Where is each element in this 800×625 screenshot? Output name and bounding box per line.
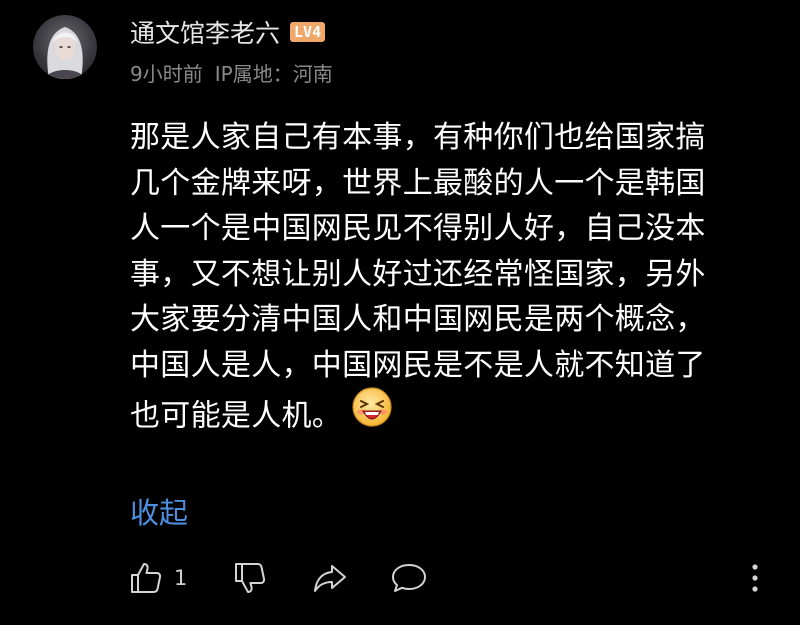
action-bar: 1: [0, 555, 800, 601]
comment-line: 几个金牌来呀，世界上最酸的人一个是韩国: [130, 165, 706, 201]
comment-meta: 9小时前 IP属地：河南: [130, 58, 333, 87]
username[interactable]: 通文馆李老六: [130, 14, 280, 50]
more-vertical-icon: [745, 560, 765, 596]
level-badge: LV4: [290, 22, 326, 42]
reply-button[interactable]: [390, 555, 428, 601]
more-button[interactable]: [745, 555, 765, 601]
comment-line: 那是人家自己有本事，有种你们也给国家搞: [130, 120, 706, 155]
comment-body: 那是人家自己有本事，有种你们也给国家搞 几个金牌来呀，世界上最酸的人一个是韩国 …: [130, 115, 770, 446]
ip-location: IP属地：河南: [214, 62, 333, 86]
like-button[interactable]: 1: [128, 555, 187, 601]
comment-line: 事，又不想让别人好过还经常怪国家，另外: [130, 256, 706, 292]
comment-line: 中国人是人，中国网民是不是人就不知道了: [130, 347, 706, 383]
grin-emoji-icon: [350, 385, 394, 443]
thumbs-up-icon: [128, 560, 164, 596]
comment-line-last: 也可能是人机。: [130, 385, 770, 446]
collapse-link[interactable]: 收起: [130, 490, 188, 532]
comment-line: 大家要分清中国人和中国网民是两个概念，: [130, 302, 706, 337]
comment-line-text: 也可能是人机。: [130, 398, 343, 434]
thumbs-down-icon: [232, 560, 268, 596]
comment-line: 人一个是中国网民见不得别人好，自己没本: [130, 211, 706, 246]
comment-icon: [390, 560, 428, 596]
like-count: 1: [174, 566, 188, 590]
post-time: 9小时前: [130, 62, 203, 86]
share-button[interactable]: [312, 555, 348, 601]
share-icon: [312, 560, 348, 596]
username-row: 通文馆李老六 LV4: [130, 14, 326, 50]
comment-card: 通文馆李老六 LV4 9小时前 IP属地：河南 那是人家自己有本事，有种你们也给国…: [0, 0, 800, 625]
avatar[interactable]: [33, 15, 97, 79]
dislike-button[interactable]: [232, 555, 268, 601]
